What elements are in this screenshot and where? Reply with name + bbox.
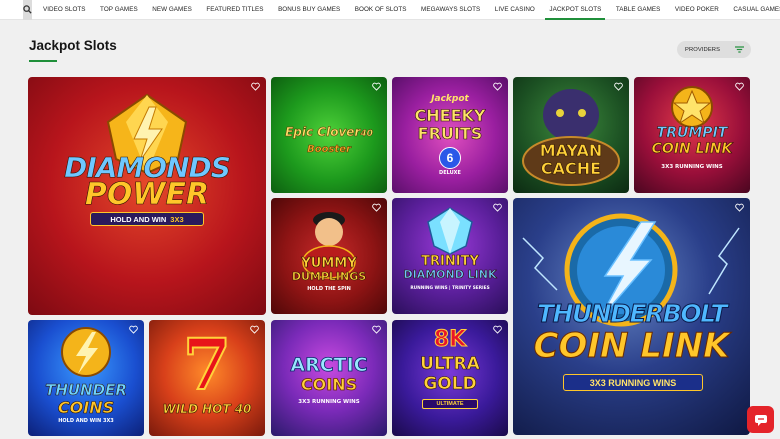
game-title-line2: COIN LINK (533, 326, 730, 366)
game-tile-mayan-cache[interactable]: MAYAN CACHE (513, 77, 629, 193)
game-tile-ultra-gold[interactable]: 8K ULTRA GOLD ULTIMATE (392, 320, 508, 436)
game-badge: 3X3 RUNNING WINS (563, 374, 703, 391)
game-title-line1: THUNDERBOLT (537, 299, 728, 328)
game-title-line2: GOLD (423, 374, 477, 394)
game-badge-text: ULTIMATE (436, 401, 464, 407)
providers-filter-button[interactable]: PROVIDERS (677, 41, 751, 58)
game-subtitle: 3X3 RUNNING WINS (298, 399, 360, 405)
game-tile-yummy-dumplings[interactable]: YUMMY DUMPLINGS HOLD THE SPIN (271, 198, 387, 314)
game-title-line2: COINS (57, 398, 115, 417)
page-title: Jackpot Slots (29, 38, 117, 53)
tab-live-casino[interactable]: LIVE CASINO (495, 0, 535, 20)
game-title-line2: DIAMOND LINK (403, 268, 497, 281)
game-number: 6 (446, 151, 454, 165)
providers-label: PROVIDERS (685, 46, 721, 53)
game-title-line1: CHEEKY (414, 106, 486, 125)
game-title-line1: TRINITY (421, 254, 479, 269)
game-title-line1: Epic Clover40 (271, 125, 387, 139)
game-badge-text: HOLD AND WIN (110, 214, 167, 224)
favorite-heart-icon[interactable] (372, 325, 381, 334)
top-nav: VIDEO SLOTS TOP GAMES NEW GAMES FEATURED… (0, 0, 780, 20)
tab-casual-games[interactable]: CASUAL GAMES (733, 0, 780, 20)
game-subtitle: DELUXE (439, 170, 461, 176)
game-title-line1: YUMMY (301, 256, 357, 271)
game-tile-diamonds-power[interactable]: DIAMONDS POWER HOLD AND WIN 3X3 (28, 77, 266, 315)
game-title-line2: FRUITS (417, 124, 483, 143)
game-number: 8K (433, 327, 467, 352)
game-tile-wild-hot-40[interactable]: 7 WILD HOT 40 (149, 320, 265, 436)
game-badge: HOLD AND WIN 3X3 (90, 212, 204, 226)
tab-top-games[interactable]: TOP GAMES (100, 0, 138, 20)
game-title: WILD HOT 40 (162, 402, 252, 416)
search-icon (23, 5, 32, 14)
game-pretitle: Jackpot (431, 94, 469, 104)
favorite-heart-icon[interactable] (250, 325, 259, 334)
game-badge-text: 3X3 RUNNING WINS (589, 377, 677, 388)
favorite-heart-icon[interactable] (251, 82, 260, 91)
game-title-line1: MAYAN (539, 141, 603, 160)
game-tile-trinity-diamond-link[interactable]: TRINITY DIAMOND LINK RUNNING WINS | TRIN… (392, 198, 508, 314)
game-badge: 6 (439, 147, 461, 169)
game-tile-thunder-coins[interactable]: THUNDER COINS HOLD AND WIN 3X3 (28, 320, 144, 436)
tab-new-games[interactable]: NEW GAMES (152, 0, 192, 20)
favorite-heart-icon[interactable] (372, 82, 381, 91)
game-title-line2: COIN LINK (651, 141, 733, 157)
tab-featured-titles[interactable]: FEATURED TITLES (206, 0, 263, 20)
tab-table-games[interactable]: TABLE GAMES (616, 0, 661, 20)
favorite-heart-icon[interactable] (614, 82, 623, 91)
favorite-heart-icon[interactable] (493, 325, 502, 334)
game-subtitle: HOLD AND WIN 3X3 (58, 418, 114, 424)
tab-book-of-slots[interactable]: BOOK OF SLOTS (355, 0, 407, 20)
game-title-line1: THUNDER (45, 381, 127, 399)
game-title-line2: CACHE (540, 159, 602, 178)
tab-jackpot-slots[interactable]: JACKPOT SLOTS (545, 0, 606, 20)
game-number: 7 (182, 323, 233, 406)
game-subtitle: HOLD THE SPIN (307, 286, 351, 292)
game-subtitle: 3X3 RUNNING WINS (661, 164, 723, 170)
favorite-heart-icon[interactable] (129, 325, 138, 334)
favorite-heart-icon[interactable] (493, 203, 502, 212)
tab-bonus-buy-games[interactable]: BONUS BUY GAMES (278, 0, 340, 20)
category-tabs: VIDEO SLOTS TOP GAMES NEW GAMES FEATURED… (43, 0, 780, 20)
favorite-heart-icon[interactable] (372, 203, 381, 212)
game-title-line2: POWER (84, 177, 210, 212)
title-underline (29, 60, 57, 62)
game-title-line2: COINS (300, 375, 358, 394)
tab-video-slots[interactable]: VIDEO SLOTS (43, 0, 86, 20)
game-title-text: Epic Clover (285, 125, 361, 139)
chat-button[interactable] (747, 406, 774, 433)
game-tile-arctic-coins[interactable]: ARCTIC COINS 3X3 RUNNING WINS (271, 320, 387, 436)
game-number: 40 (360, 129, 373, 139)
tab-video-poker[interactable]: VIDEO POKER (675, 0, 719, 20)
chat-icon (754, 414, 767, 426)
tab-megaways-slots[interactable]: MEGAWAYS SLOTS (421, 0, 480, 20)
game-badge: ULTIMATE (422, 399, 478, 409)
game-title-line1: TRUMPIT (656, 125, 728, 141)
game-title-line1: ARCTIC (290, 354, 368, 376)
game-subtitle: Booster (307, 144, 351, 155)
search-button[interactable] (23, 0, 32, 20)
game-subtitle: RUNNING WINS | TRINITY SERIES (410, 286, 490, 291)
game-tile-epic-clover[interactable]: Epic Clover40 Booster (271, 77, 387, 193)
game-title-line1: ULTRA (420, 354, 480, 374)
favorite-heart-icon[interactable] (735, 82, 744, 91)
game-tile-trump-it-coin-link[interactable]: TRUMPIT COIN LINK 3X3 RUNNING WINS (634, 77, 750, 193)
game-tile-thunderbolt-coin-link[interactable]: THUNDERBOLT COIN LINK 3X3 RUNNING WINS (513, 198, 750, 435)
game-title-line2: DUMPLINGS (291, 270, 367, 283)
game-tile-cheeky-fruits[interactable]: Jackpot CHEEKY FRUITS 6 DELUXE (392, 77, 508, 193)
filter-icon (735, 46, 744, 53)
favorite-heart-icon[interactable] (493, 82, 502, 91)
game-badge-tag: 3X3 (170, 214, 184, 224)
favorite-heart-icon[interactable] (735, 203, 744, 212)
